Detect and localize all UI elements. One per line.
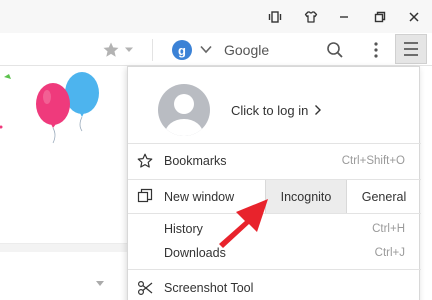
menu-item-downloads[interactable]: Downloads Ctrl+J — [128, 241, 421, 265]
menu-item-history[interactable]: History Ctrl+H — [128, 217, 421, 241]
new-window-icon — [137, 188, 153, 203]
close-button[interactable] — [400, 6, 428, 28]
menu-item-new-window[interactable]: New window — [128, 180, 265, 213]
window-mode-icon[interactable] — [261, 6, 289, 28]
minimize-button[interactable] — [330, 6, 358, 28]
more-options-icon[interactable] — [366, 40, 386, 60]
history-shortcut: Ctrl+H — [372, 223, 405, 235]
menu-item-screenshot-tool[interactable]: Screenshot Tool — [128, 270, 421, 300]
browser-toolbar: g Google — [0, 33, 432, 66]
login-row[interactable]: Click to log in — [128, 67, 421, 143]
general-window-button[interactable]: General — [347, 180, 421, 213]
balloons-image — [0, 72, 99, 144]
main-menu-dropdown: Click to log in Bookmarks Ctrl+Shift+O N… — [127, 66, 421, 300]
page-band — [0, 244, 127, 252]
new-window-label: New window — [164, 190, 235, 204]
chevron-down-icon[interactable] — [124, 46, 134, 54]
bookmarks-shortcut: Ctrl+Shift+O — [341, 155, 405, 167]
toolbar-separator — [152, 39, 153, 61]
downloads-label: Downloads — [164, 246, 226, 260]
login-label: Click to log in — [231, 103, 309, 118]
chevron-right-icon — [315, 105, 321, 115]
incognito-window-button[interactable]: Incognito — [265, 180, 347, 213]
screenshot-tool-label: Screenshot Tool — [164, 281, 254, 295]
title-bar — [0, 0, 432, 33]
search-icon[interactable] — [326, 41, 344, 59]
search-engine-icon[interactable]: g — [172, 40, 192, 60]
main-menu-button[interactable] — [395, 34, 427, 64]
search-input[interactable]: Google — [224, 42, 269, 58]
engine-chevron-down-icon[interactable] — [200, 45, 212, 54]
menu-item-bookmarks[interactable]: Bookmarks Ctrl+Shift+O — [128, 144, 421, 178]
page-chevron-down-icon[interactable] — [95, 280, 105, 287]
hamburger-icon — [404, 42, 418, 56]
downloads-shortcut: Ctrl+J — [374, 247, 405, 259]
menu-divider — [128, 213, 421, 214]
star-outline-icon — [137, 153, 153, 168]
restore-button[interactable] — [366, 6, 394, 28]
scissors-icon — [137, 280, 153, 296]
skin-shirt-icon[interactable] — [297, 6, 325, 28]
avatar — [158, 84, 210, 136]
bookmarks-label: Bookmarks — [164, 154, 227, 168]
bookmark-star-icon[interactable] — [102, 41, 120, 59]
history-label: History — [164, 222, 203, 236]
